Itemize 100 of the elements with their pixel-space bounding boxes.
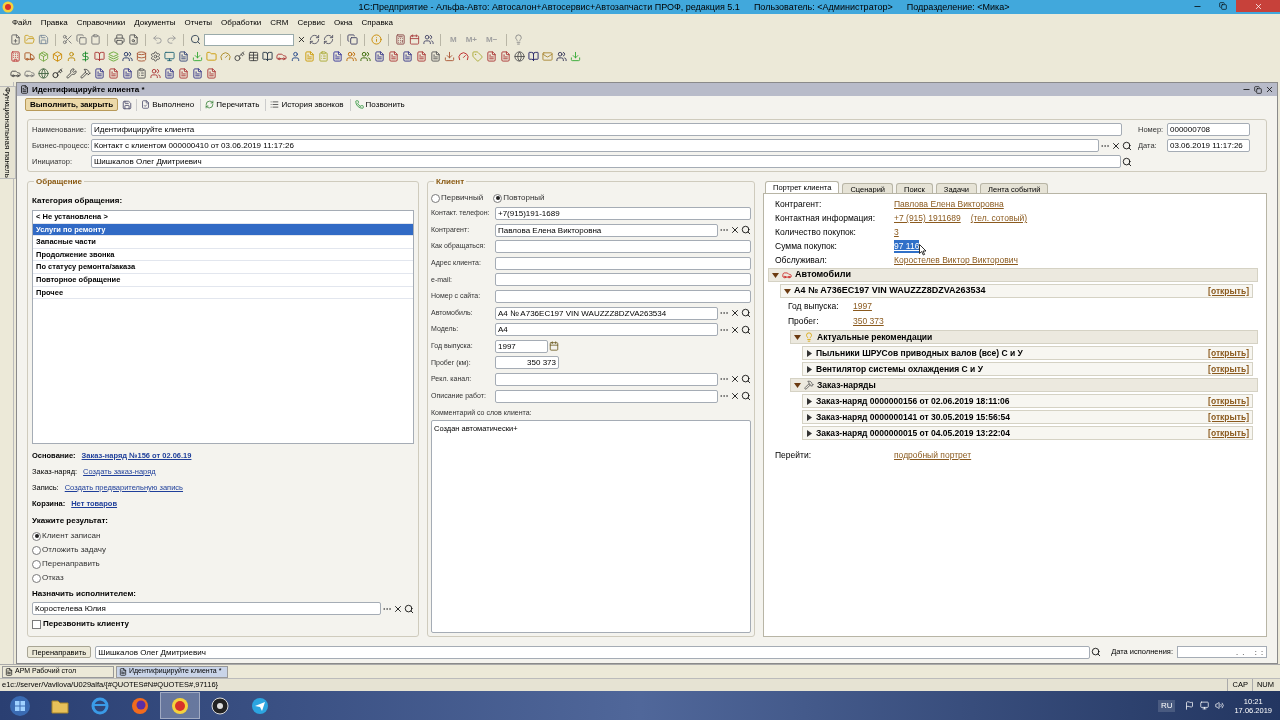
input-field[interactable] bbox=[495, 289, 751, 303]
open-link[interactable]: [открыть] bbox=[1208, 362, 1249, 376]
people-icon[interactable] bbox=[346, 51, 357, 62]
fact-link[interactable]: Коростелев Виктор Викторович bbox=[894, 254, 1018, 267]
radio-button[interactable] bbox=[493, 193, 503, 203]
input-field[interactable]: 1997 bbox=[495, 339, 548, 353]
document-icon[interactable] bbox=[192, 68, 203, 79]
tree-row[interactable]: Заказ-наряд 0000000156 от 02.06.2019 18:11:06 [открыть] bbox=[802, 394, 1253, 408]
radio-button[interactable] bbox=[32, 545, 41, 555]
car-icon[interactable] bbox=[782, 270, 792, 280]
tree-row[interactable]: Вентилятор системы охлаждения С и У [открыть] bbox=[802, 362, 1253, 376]
app-icon[interactable] bbox=[171, 696, 189, 715]
execute-close-button[interactable]: Выполнить, закрыть bbox=[25, 98, 119, 111]
clear-button[interactable] bbox=[297, 35, 306, 44]
input-field[interactable]: Идентифицируйте клиента bbox=[91, 123, 1122, 136]
radio-button[interactable] bbox=[32, 531, 41, 541]
menu-item[interactable]: CRM bbox=[270, 16, 289, 29]
building-icon[interactable] bbox=[10, 51, 21, 62]
input-field[interactable]: +7(915)191-1689 bbox=[495, 207, 751, 220]
document-icon[interactable] bbox=[500, 51, 511, 62]
book-icon[interactable] bbox=[262, 51, 273, 62]
people-icon[interactable] bbox=[556, 51, 567, 62]
print-icon[interactable] bbox=[114, 34, 125, 45]
clipboard-icon[interactable] bbox=[136, 68, 147, 79]
document-icon[interactable] bbox=[388, 51, 399, 62]
download-icon[interactable] bbox=[444, 51, 455, 62]
input-field[interactable]: 350 373 bbox=[495, 356, 559, 370]
save-button[interactable] bbox=[122, 99, 133, 110]
calendar-button[interactable] bbox=[549, 341, 559, 352]
tree-row[interactable]: Пыльники ШРУСов приводных валов (все) С и У [открыть] bbox=[802, 346, 1253, 360]
clear-button[interactable] bbox=[730, 374, 740, 385]
search-button[interactable] bbox=[741, 225, 751, 236]
menu-item[interactable]: Окна bbox=[333, 16, 353, 29]
refresh-icon[interactable] bbox=[309, 34, 320, 45]
people-icon[interactable] bbox=[122, 51, 133, 62]
key-icon[interactable] bbox=[234, 51, 245, 62]
document-icon[interactable] bbox=[206, 68, 217, 79]
portrait-link[interactable]: подробный портрет bbox=[894, 449, 972, 462]
dollar-icon[interactable] bbox=[80, 51, 91, 62]
open-link[interactable]: [открыть] bbox=[1208, 410, 1249, 424]
radio-button[interactable] bbox=[32, 573, 41, 583]
side-panel-tab[interactable]: Функциональная панель bbox=[0, 86, 16, 179]
gear-icon[interactable] bbox=[150, 51, 161, 62]
document-icon[interactable] bbox=[122, 68, 133, 79]
gauge-icon[interactable] bbox=[220, 51, 231, 62]
radio-button[interactable] bbox=[32, 559, 41, 569]
toolbar-button[interactable]: Перечитать bbox=[200, 98, 262, 111]
fact-link[interactable]: 3 bbox=[894, 226, 899, 239]
car-icon[interactable] bbox=[276, 51, 287, 62]
menu-item[interactable]: Правка bbox=[40, 16, 68, 29]
package-icon[interactable] bbox=[38, 51, 49, 62]
section-header[interactable]: Автомобили bbox=[768, 268, 1258, 282]
input-field[interactable]: Шишкалов Олег Дмитриевич bbox=[91, 155, 1121, 168]
clear-button[interactable] bbox=[1111, 140, 1121, 151]
menu-item[interactable]: Обработки bbox=[221, 16, 262, 29]
document-icon[interactable] bbox=[164, 68, 175, 79]
input-field[interactable] bbox=[495, 372, 718, 386]
document-icon[interactable] bbox=[178, 51, 189, 62]
menu-item[interactable]: Файл bbox=[12, 16, 32, 29]
calendar-icon[interactable] bbox=[409, 34, 420, 45]
language-indicator[interactable]: RU bbox=[1157, 699, 1176, 712]
tree-row[interactable]: Заказ-наряд 0000000015 от 04.05.2019 13:22:04 [открыть] bbox=[802, 426, 1253, 440]
open-link[interactable]: [открыть] bbox=[1208, 426, 1249, 440]
database-icon[interactable] bbox=[136, 51, 147, 62]
people-icon[interactable] bbox=[150, 68, 161, 79]
input-field[interactable]: A4 bbox=[495, 323, 718, 337]
input-field[interactable]: Коростелева Юлия bbox=[32, 602, 381, 615]
book-icon[interactable] bbox=[94, 51, 105, 62]
document-icon[interactable] bbox=[94, 68, 105, 79]
input-field[interactable]: Павлова Елена Викторовна bbox=[495, 223, 718, 237]
browser-icon[interactable] bbox=[91, 696, 109, 715]
tree-row[interactable]: Заказ-наряд 0000000141 от 30.05.2019 15:56:54 [открыть] bbox=[802, 410, 1253, 424]
gauge-icon[interactable] bbox=[458, 51, 469, 62]
search-button[interactable] bbox=[741, 324, 751, 335]
section-header[interactable]: Заказ-наряды bbox=[790, 378, 1258, 392]
car-icon[interactable] bbox=[24, 68, 35, 79]
search-button[interactable] bbox=[1122, 140, 1132, 151]
clear-button[interactable] bbox=[393, 603, 403, 614]
toolbar-button[interactable]: История звонков bbox=[265, 98, 346, 111]
menu-item[interactable]: Сервис bbox=[297, 16, 325, 29]
clipboard-icon[interactable] bbox=[318, 51, 329, 62]
calculator-icon[interactable] bbox=[395, 34, 406, 45]
input-field[interactable] bbox=[495, 256, 751, 270]
save-icon[interactable] bbox=[38, 34, 49, 45]
search-icon[interactable] bbox=[190, 34, 201, 45]
restore-button[interactable] bbox=[1254, 85, 1262, 94]
user-icon[interactable] bbox=[290, 51, 301, 62]
fact-link[interactable]: +7 (915) 1911689 bbox=[894, 212, 961, 225]
document-icon[interactable] bbox=[332, 51, 343, 62]
copy-icon[interactable] bbox=[76, 34, 87, 45]
input-field[interactable] bbox=[495, 273, 751, 287]
document-icon[interactable] bbox=[374, 51, 385, 62]
input-field[interactable]: 000000708 bbox=[1167, 123, 1250, 136]
key-icon[interactable] bbox=[52, 68, 63, 79]
people-icon[interactable] bbox=[423, 34, 434, 45]
cut-icon[interactable] bbox=[62, 34, 73, 45]
document-icon[interactable] bbox=[178, 68, 189, 79]
input-field[interactable] bbox=[495, 240, 751, 254]
open-link[interactable]: [открыть] bbox=[1208, 284, 1249, 298]
people-icon[interactable] bbox=[360, 51, 371, 62]
